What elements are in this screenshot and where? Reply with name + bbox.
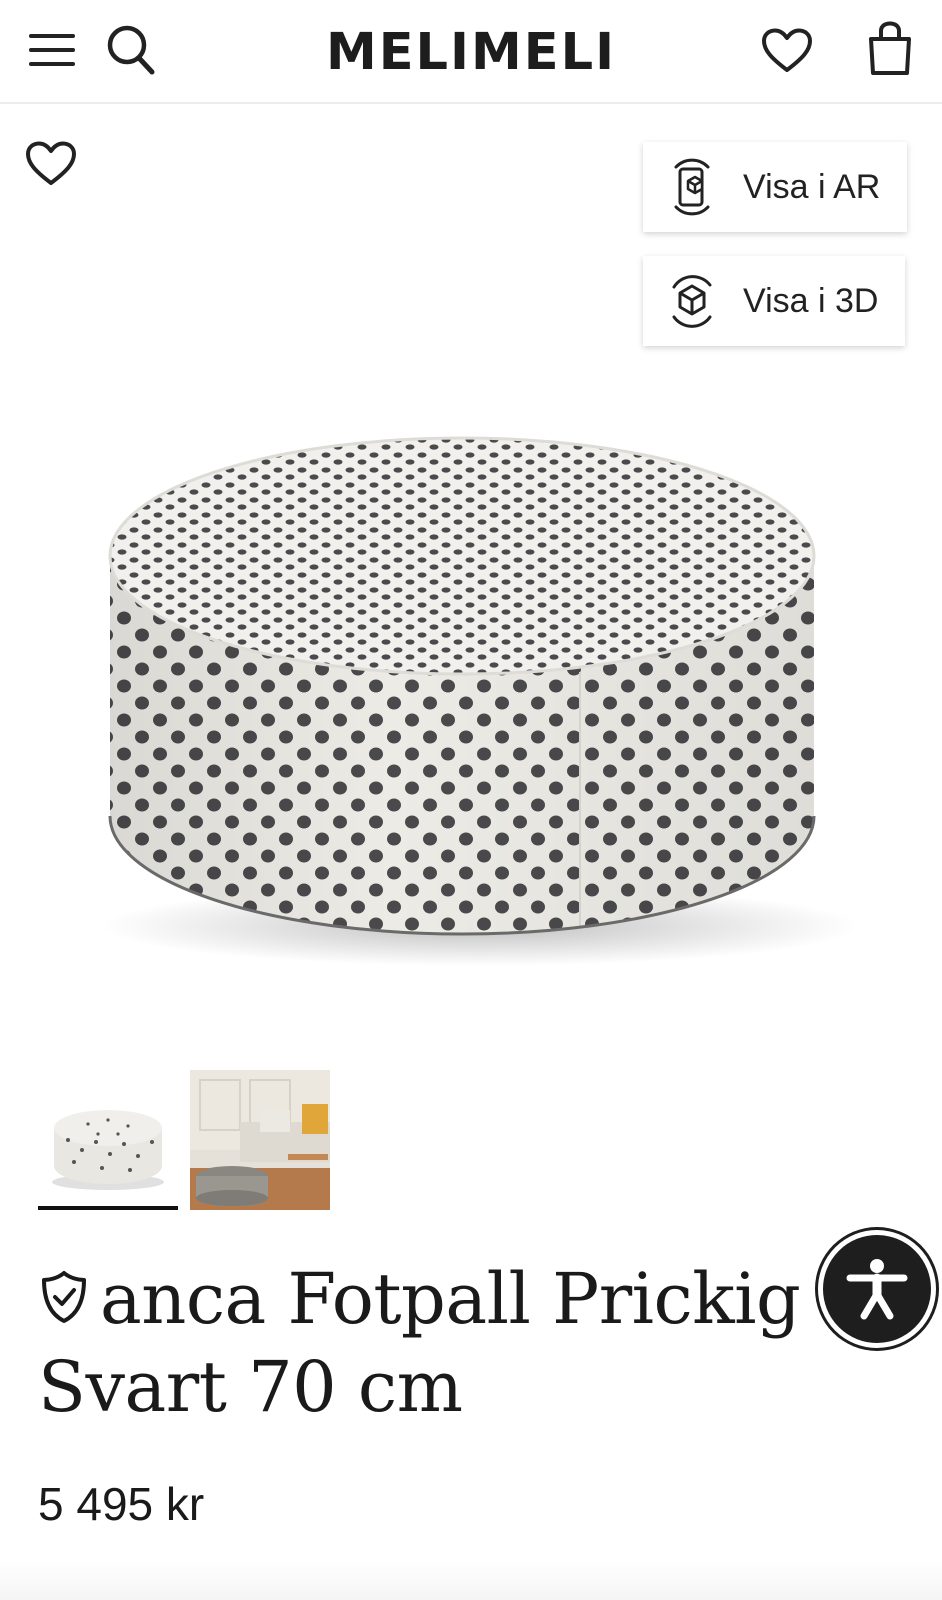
- product-image-pouf[interactable]: [80, 406, 880, 986]
- site-header: MELIMELI: [0, 0, 942, 104]
- 3d-cube-icon: [663, 270, 721, 332]
- product-price: 5 495 kr: [38, 1478, 205, 1530]
- thumbnail-product[interactable]: [38, 1070, 178, 1210]
- ar-phone-icon: [663, 156, 721, 218]
- product-title-line-2: Svart 70 cm: [38, 1346, 463, 1428]
- bottom-fade: [0, 1560, 942, 1600]
- heart-outline-icon[interactable]: [22, 136, 80, 192]
- view-in-3d-button[interactable]: Visa i 3D: [643, 256, 905, 346]
- view-in-ar-button[interactable]: Visa i AR: [643, 142, 907, 232]
- product-title-line-1: anca Fotpall Prickig: [100, 1258, 801, 1340]
- view-3d-label: Visa i 3D: [743, 281, 879, 320]
- view-ar-label: Visa i AR: [743, 167, 881, 206]
- shopping-bag-icon[interactable]: [862, 18, 918, 80]
- thumbnail-strip: [38, 1070, 398, 1216]
- shield-check-icon: [38, 1268, 90, 1326]
- accessibility-person-icon[interactable]: [818, 1230, 936, 1348]
- product-gallery: Visa i AR Visa i 3D: [0, 106, 942, 1046]
- wishlist-heart-icon[interactable]: [756, 22, 818, 80]
- product-title: anca Fotpall Prickig Svart 70 cm: [38, 1255, 801, 1431]
- thumbnail-active-indicator: [38, 1206, 178, 1210]
- thumbnail-room-scene[interactable]: [190, 1070, 330, 1210]
